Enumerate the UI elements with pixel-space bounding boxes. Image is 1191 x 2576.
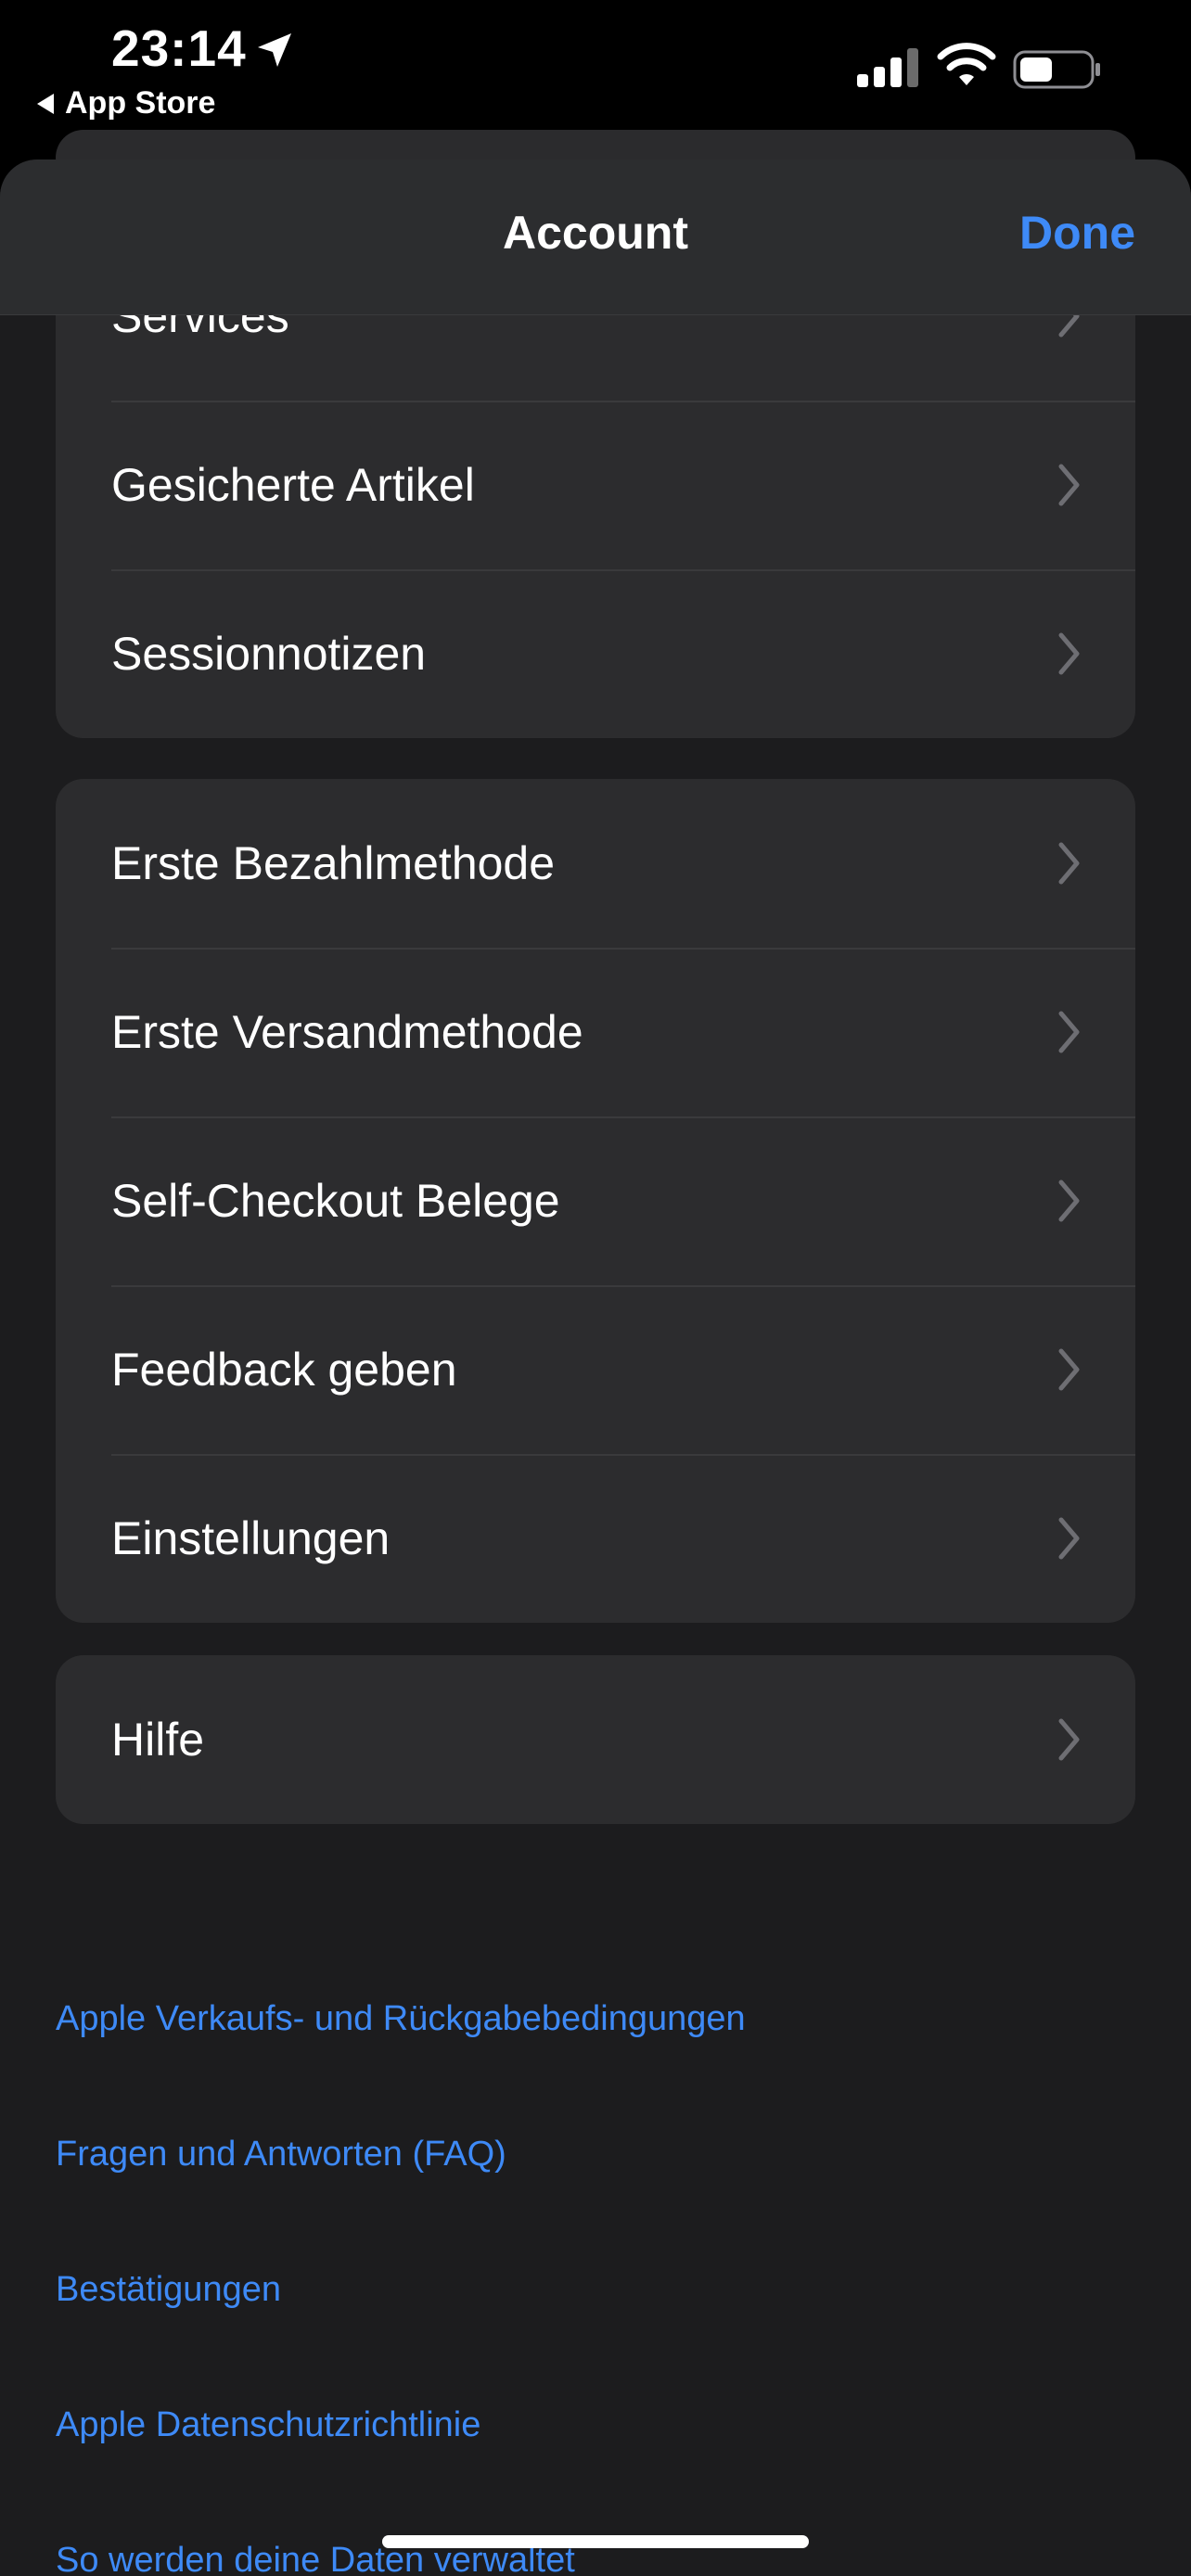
row-label: Erste Versandmethode bbox=[111, 1006, 583, 1058]
list-item-einstellungen[interactable]: Einstellungen bbox=[56, 1454, 1135, 1623]
status-bar: 23:14 App Store bbox=[0, 0, 1191, 148]
settings-group-2: Erste Bezahlmethode Erste Versandmethode… bbox=[56, 779, 1135, 1623]
settings-group-3: Hilfe bbox=[56, 1655, 1135, 1824]
status-time: 23:14 bbox=[111, 19, 247, 77]
list-item-gesicherte-artikel[interactable]: Gesicherte Artikel bbox=[56, 401, 1135, 569]
home-indicator[interactable] bbox=[382, 2535, 809, 2548]
link-bestaetigungen[interactable]: Bestätigungen bbox=[56, 2270, 281, 2310]
row-label: Sessionnotizen bbox=[111, 628, 427, 680]
chevron-right-icon bbox=[1058, 1517, 1080, 1560]
list-item-erste-versandmethode[interactable]: Erste Versandmethode bbox=[56, 948, 1135, 1116]
row-label: Feedback geben bbox=[111, 1344, 457, 1396]
list-item-sessionnotizen[interactable]: Sessionnotizen bbox=[56, 569, 1135, 738]
row-label: Gesicherte Artikel bbox=[111, 459, 475, 511]
list-item-erste-bezahlmethode[interactable]: Erste Bezahlmethode bbox=[56, 779, 1135, 948]
account-sheet: Account Done Services Gesicherte Artikel… bbox=[0, 159, 1191, 2576]
row-label: Einstellungen bbox=[111, 1512, 391, 1564]
row-label: Self-Checkout Belege bbox=[111, 1175, 560, 1227]
chevron-right-icon bbox=[1058, 632, 1080, 675]
row-label: Hilfe bbox=[111, 1714, 205, 1766]
link-faq[interactable]: Fragen und Antworten (FAQ) bbox=[56, 2135, 506, 2174]
back-to-app-button[interactable]: App Store bbox=[35, 85, 215, 121]
list-item-hilfe[interactable]: Hilfe bbox=[56, 1655, 1135, 1824]
back-triangle-icon bbox=[37, 93, 54, 114]
navigation-bar: Account Done bbox=[0, 159, 1191, 315]
battery-icon bbox=[1013, 50, 1100, 89]
chevron-right-icon bbox=[1058, 1718, 1080, 1761]
link-datenschutzrichtlinie[interactable]: Apple Datenschutzrichtlinie bbox=[56, 2405, 480, 2445]
chevron-right-icon bbox=[1058, 842, 1080, 885]
list-item-self-checkout-belege[interactable]: Self-Checkout Belege bbox=[56, 1116, 1135, 1285]
link-verkaufsbedingungen[interactable]: Apple Verkaufs- und Rückgabebedingungen bbox=[56, 1999, 746, 2039]
chevron-right-icon bbox=[1058, 1011, 1080, 1053]
back-app-label: App Store bbox=[65, 85, 216, 121]
cellular-signal-icon bbox=[857, 48, 918, 87]
page-title: Account bbox=[503, 207, 688, 259]
chevron-right-icon bbox=[1058, 1348, 1080, 1391]
row-label: Erste Bezahlmethode bbox=[111, 837, 556, 889]
done-button[interactable]: Done bbox=[1019, 206, 1135, 260]
chevron-right-icon bbox=[1058, 1180, 1080, 1222]
chevron-right-icon bbox=[1058, 464, 1080, 506]
list-item-feedback-geben[interactable]: Feedback geben bbox=[56, 1285, 1135, 1454]
wifi-icon bbox=[937, 43, 996, 85]
location-arrow-icon bbox=[258, 33, 291, 67]
